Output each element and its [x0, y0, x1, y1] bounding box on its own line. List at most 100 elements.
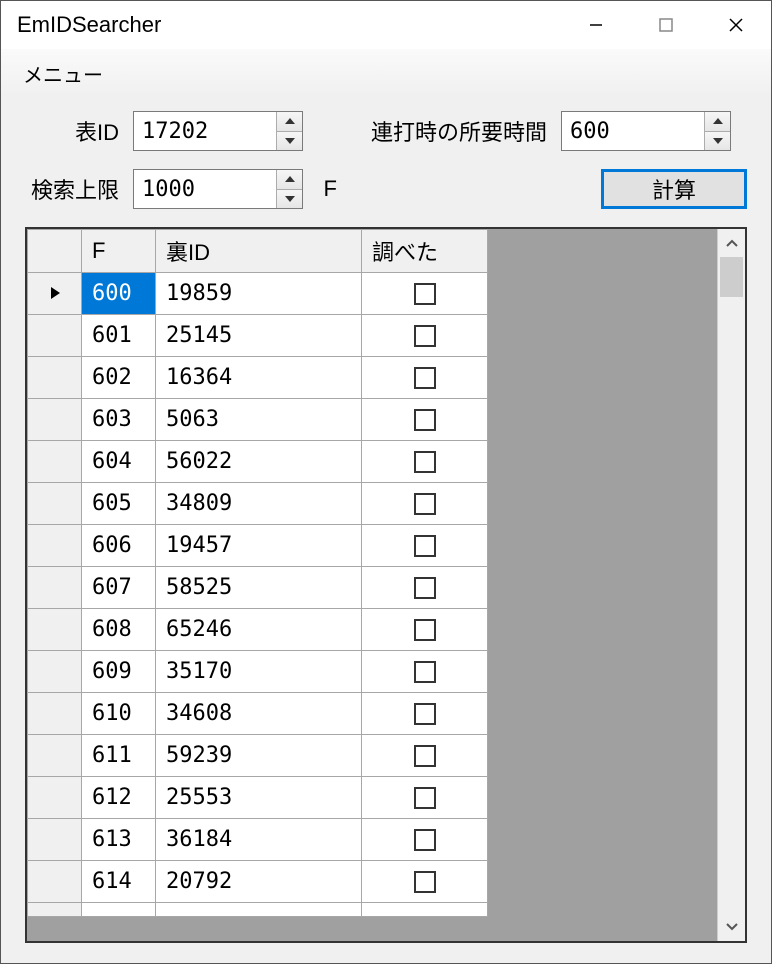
vertical-scrollbar[interactable]: [717, 229, 745, 941]
cell-checked[interactable]: [362, 693, 488, 735]
cell-uid[interactable]: 19457: [156, 525, 362, 567]
cell-f[interactable]: 609: [82, 651, 156, 693]
checkbox[interactable]: [414, 745, 436, 767]
cell-uid[interactable]: 34608: [156, 693, 362, 735]
row-header-cell[interactable]: [28, 525, 82, 567]
cell-f[interactable]: 613: [82, 819, 156, 861]
col-header-uid[interactable]: 裏ID: [156, 230, 362, 273]
calculate-button[interactable]: 計算: [601, 169, 747, 209]
spinner-down-button[interactable]: [277, 132, 302, 151]
cell-uid[interactable]: 16364: [156, 357, 362, 399]
checkbox[interactable]: [414, 409, 436, 431]
cell-uid[interactable]: 65246: [156, 609, 362, 651]
col-header-rowhead[interactable]: [28, 230, 82, 273]
cell-uid[interactable]: 34809: [156, 483, 362, 525]
scroll-thumb[interactable]: [720, 257, 743, 297]
table-row[interactable]: 60619457: [28, 525, 488, 567]
checkbox[interactable]: [414, 703, 436, 725]
cell-checked[interactable]: [362, 735, 488, 777]
row-header-cell[interactable]: [28, 693, 82, 735]
cell-uid[interactable]: 35170: [156, 651, 362, 693]
cell-checked[interactable]: [362, 315, 488, 357]
cell-uid[interactable]: 25553: [156, 777, 362, 819]
checkbox[interactable]: [414, 829, 436, 851]
row-header-cell[interactable]: [28, 777, 82, 819]
input-search-limit[interactable]: [134, 170, 276, 208]
checkbox[interactable]: [414, 661, 436, 683]
checkbox[interactable]: [414, 871, 436, 893]
row-header-cell[interactable]: [28, 483, 82, 525]
cell-uid[interactable]: 19859: [156, 273, 362, 315]
row-header-cell[interactable]: [28, 609, 82, 651]
table-row[interactable]: 60534809: [28, 483, 488, 525]
cell-uid[interactable]: 59239: [156, 735, 362, 777]
table-row[interactable]: 60935170: [28, 651, 488, 693]
table-row[interactable]: 60758525: [28, 567, 488, 609]
spinner-up-button[interactable]: [277, 170, 302, 190]
close-button[interactable]: [701, 1, 771, 49]
cell-f[interactable]: 614: [82, 861, 156, 903]
cell-uid[interactable]: 58525: [156, 567, 362, 609]
menu-item-menu[interactable]: メニュー: [23, 59, 103, 88]
scroll-track[interactable]: [718, 257, 745, 913]
cell-f[interactable]: 607: [82, 567, 156, 609]
row-header-cell[interactable]: [28, 357, 82, 399]
spinner-up-button[interactable]: [277, 112, 302, 132]
cell-checked[interactable]: [362, 819, 488, 861]
cell-f[interactable]: 604: [82, 441, 156, 483]
table-row[interactable]: 61034608: [28, 693, 488, 735]
minimize-button[interactable]: [561, 1, 631, 49]
checkbox[interactable]: [414, 535, 436, 557]
table-row[interactable]: 60019859: [28, 273, 488, 315]
table-row[interactable]: 60125145: [28, 315, 488, 357]
checkbox[interactable]: [414, 787, 436, 809]
row-header-cell[interactable]: [28, 819, 82, 861]
col-header-f[interactable]: F: [82, 230, 156, 273]
cell-uid[interactable]: 36184: [156, 819, 362, 861]
cell-f[interactable]: [82, 903, 156, 917]
checkbox[interactable]: [414, 283, 436, 305]
cell-uid[interactable]: 25145: [156, 315, 362, 357]
cell-uid[interactable]: 20792: [156, 861, 362, 903]
cell-checked[interactable]: [362, 609, 488, 651]
row-header-cell[interactable]: [28, 441, 82, 483]
cell-uid[interactable]: 56022: [156, 441, 362, 483]
cell-checked[interactable]: [362, 399, 488, 441]
row-header-cell[interactable]: [28, 273, 82, 315]
cell-f[interactable]: 605: [82, 483, 156, 525]
cell-f[interactable]: 601: [82, 315, 156, 357]
checkbox[interactable]: [414, 493, 436, 515]
cell-checked[interactable]: [362, 777, 488, 819]
row-header-cell[interactable]: [28, 315, 82, 357]
table-row[interactable]: [28, 903, 488, 917]
table-row[interactable]: 6035063: [28, 399, 488, 441]
cell-checked[interactable]: [362, 273, 488, 315]
cell-checked[interactable]: [362, 483, 488, 525]
cell-checked[interactable]: [362, 861, 488, 903]
cell-f[interactable]: 610: [82, 693, 156, 735]
cell-checked[interactable]: [362, 903, 488, 917]
row-header-cell[interactable]: [28, 735, 82, 777]
row-header-cell[interactable]: [28, 861, 82, 903]
spinner-down-button[interactable]: [705, 132, 730, 151]
scroll-down-button[interactable]: [718, 913, 745, 941]
table-row[interactable]: 60456022: [28, 441, 488, 483]
table-row[interactable]: 60216364: [28, 357, 488, 399]
checkbox[interactable]: [414, 367, 436, 389]
cell-checked[interactable]: [362, 567, 488, 609]
cell-checked[interactable]: [362, 441, 488, 483]
spinner-up-button[interactable]: [705, 112, 730, 132]
cell-f[interactable]: 606: [82, 525, 156, 567]
checkbox[interactable]: [414, 325, 436, 347]
spinner-down-button[interactable]: [277, 190, 302, 209]
cell-f[interactable]: 611: [82, 735, 156, 777]
cell-checked[interactable]: [362, 525, 488, 567]
row-header-cell[interactable]: [28, 651, 82, 693]
scroll-up-button[interactable]: [718, 229, 745, 257]
cell-f[interactable]: 612: [82, 777, 156, 819]
row-header-cell[interactable]: [28, 567, 82, 609]
cell-checked[interactable]: [362, 651, 488, 693]
table-row[interactable]: 60865246: [28, 609, 488, 651]
checkbox[interactable]: [414, 577, 436, 599]
table-row[interactable]: 61420792: [28, 861, 488, 903]
